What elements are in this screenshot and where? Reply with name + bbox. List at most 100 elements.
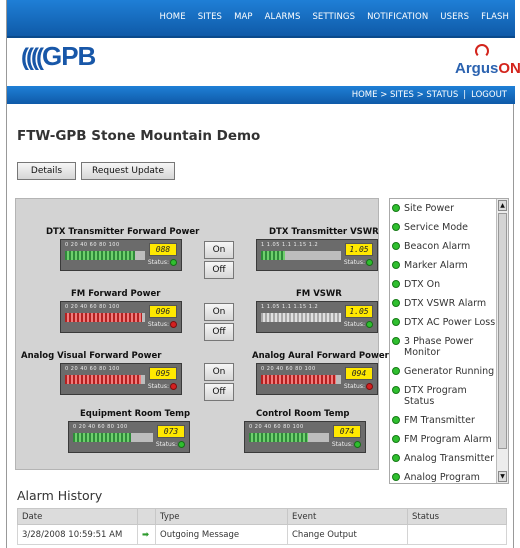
gauge-scale: 0 20 40 60 80 100 xyxy=(73,424,128,430)
gauge-readout: 1.05 xyxy=(345,243,373,256)
table-header-row: Date Type Event Status xyxy=(17,508,507,525)
list-item: Service Mode xyxy=(392,222,496,233)
status-item-label: DTX On xyxy=(404,279,441,290)
status-led-icon xyxy=(366,321,373,328)
gauge-title-fm-forward-power: FM Forward Power xyxy=(71,289,161,299)
gauge-readout: 088 xyxy=(149,243,177,256)
status-led-icon xyxy=(392,416,400,424)
gauge-bar-fill xyxy=(261,251,285,260)
gauge-bar-fill xyxy=(65,375,141,384)
list-item: DTX VSWR Alarm xyxy=(392,298,496,309)
status-list: Site Power Service Mode Beacon Alarm Marker… xyxy=(392,203,496,483)
status-list-scrollbar[interactable]: ▲ ▼ xyxy=(496,199,508,483)
table-row[interactable]: 3/28/2008 10:59:51 AM ➡ Outgoing Message… xyxy=(17,524,507,545)
scroll-thumb[interactable] xyxy=(498,213,507,449)
scroll-down-icon[interactable]: ▼ xyxy=(498,471,507,482)
logout-link[interactable]: LOGOUT xyxy=(471,90,507,100)
status-led-icon xyxy=(392,318,400,326)
nav-sites[interactable]: SITES xyxy=(198,12,222,22)
gauge-readout: 094 xyxy=(345,367,373,380)
gauge-title-fm-vswr: FM VSWR xyxy=(296,289,342,299)
column-header-date[interactable]: Date xyxy=(17,508,138,525)
dtx-on-button[interactable]: On xyxy=(204,241,234,259)
request-update-button[interactable]: Request Update xyxy=(81,162,175,180)
gauge-status-label: Status: xyxy=(147,259,169,266)
broadcast-icon xyxy=(475,44,489,58)
gauge-analog-aural-forward-power: 0 20 40 60 80 100 094 Status: xyxy=(256,363,378,395)
status-item-label: Marker Alarm xyxy=(404,260,468,271)
gauge-bar xyxy=(261,313,341,322)
gauge-readout: 074 xyxy=(333,425,361,438)
status-led-icon xyxy=(178,441,185,448)
scroll-up-icon[interactable]: ▲ xyxy=(498,200,507,211)
status-led-icon xyxy=(392,261,400,269)
gauge-status-label: Status: xyxy=(331,441,353,448)
alarm-history-table: Date Type Event Status 3/28/2008 10:59:5… xyxy=(17,508,507,545)
status-led-icon xyxy=(392,299,400,307)
gauge-bar xyxy=(65,375,145,384)
list-item: FM Program Alarm xyxy=(392,434,496,445)
analog-on-button[interactable]: On xyxy=(204,363,234,381)
status-list-panel[interactable]: Site Power Service Mode Beacon Alarm Marker… xyxy=(389,198,509,484)
status-led-icon xyxy=(392,280,400,288)
nav-flash[interactable]: FLASH xyxy=(481,12,509,22)
nav-notification[interactable]: NOTIFICATION xyxy=(367,12,428,22)
arrow-right-icon: ➡ xyxy=(137,524,156,545)
gauge-title-dtx-vswr: DTX Transmitter VSWR xyxy=(269,227,379,237)
gauge-scale: 0 20 40 60 80 100 xyxy=(65,304,120,310)
gauge-scale: 1 1.05 1.1 1.15 1.2 xyxy=(261,304,319,310)
status-led-icon xyxy=(392,367,400,375)
status-led-icon xyxy=(366,259,373,266)
status-led-icon xyxy=(170,259,177,266)
list-item: DTX Program Status xyxy=(392,385,496,407)
status-led-icon xyxy=(170,321,177,328)
status-led-icon xyxy=(392,473,400,481)
gauge-bar xyxy=(261,375,341,384)
status-led-icon xyxy=(392,242,400,250)
gauge-status-label: Status: xyxy=(343,383,365,390)
gauge-title-control-room-temp: Control Room Temp xyxy=(256,409,350,419)
status-led-icon xyxy=(366,383,373,390)
gauge-title-equipment-room-temp: Equipment Room Temp xyxy=(80,409,191,419)
gauge-control-room-temp: 0 20 40 60 80 100 074 Status: xyxy=(244,421,366,453)
gauge-dtx-forward-power: 0 20 40 60 80 100 088 Status: xyxy=(60,239,182,271)
nav-home[interactable]: HOME xyxy=(160,12,186,22)
gpb-logo-bars: (((( xyxy=(21,44,44,71)
nav-settings[interactable]: SETTINGS xyxy=(312,12,355,22)
alarm-type: Outgoing Message xyxy=(155,524,288,545)
dtx-off-button[interactable]: Off xyxy=(204,261,234,279)
list-item: Analog Transmitter xyxy=(392,453,496,464)
nav-map[interactable]: MAP xyxy=(234,12,253,22)
list-item: DTX On xyxy=(392,279,496,290)
list-item: Beacon Alarm xyxy=(392,241,496,252)
gauge-bar xyxy=(261,251,341,260)
gauge-title-analog-visual-forward-power: Analog Visual Forward Power xyxy=(21,351,162,361)
nav-alarms[interactable]: ALARMS xyxy=(265,12,301,22)
gauge-bar-fill xyxy=(65,251,136,260)
status-item-label: Beacon Alarm xyxy=(404,241,471,252)
gauge-bar xyxy=(65,251,145,260)
column-header-status[interactable]: Status xyxy=(407,508,507,525)
gauge-status-label: Status: xyxy=(147,383,169,390)
column-header-event[interactable]: Event xyxy=(287,508,408,525)
status-item-label: DTX AC Power Loss xyxy=(404,317,496,328)
gauge-status-label: Status: xyxy=(343,259,365,266)
gpb-logo: ((((GPB xyxy=(21,41,96,72)
fm-off-button[interactable]: Off xyxy=(204,323,234,341)
gauge-status-label: Status: xyxy=(155,441,177,448)
list-item: Marker Alarm xyxy=(392,260,496,271)
status-item-label: FM Program Alarm xyxy=(404,434,492,445)
fm-on-button[interactable]: On xyxy=(204,303,234,321)
status-item-label: Analog Program Alarm xyxy=(404,472,480,483)
gauge-scale: 0 20 40 60 80 100 xyxy=(249,424,304,430)
details-button[interactable]: Details xyxy=(17,162,76,180)
status-item-label: Generator Running xyxy=(404,366,495,377)
nav-users[interactable]: USERS xyxy=(440,12,469,22)
gauge-title-analog-aural-forward-power: Analog Aural Forward Power xyxy=(252,351,389,361)
analog-off-button[interactable]: Off xyxy=(204,383,234,401)
gauge-status-label: Status: xyxy=(343,321,365,328)
status-item-label: Service Mode xyxy=(404,222,469,233)
top-navigation: HOME SITES MAP ALARMS SETTINGS NOTIFICAT… xyxy=(7,0,515,38)
column-header-type[interactable]: Type xyxy=(155,508,288,525)
breadcrumb[interactable]: HOME > SITES > STATUS xyxy=(352,90,459,100)
